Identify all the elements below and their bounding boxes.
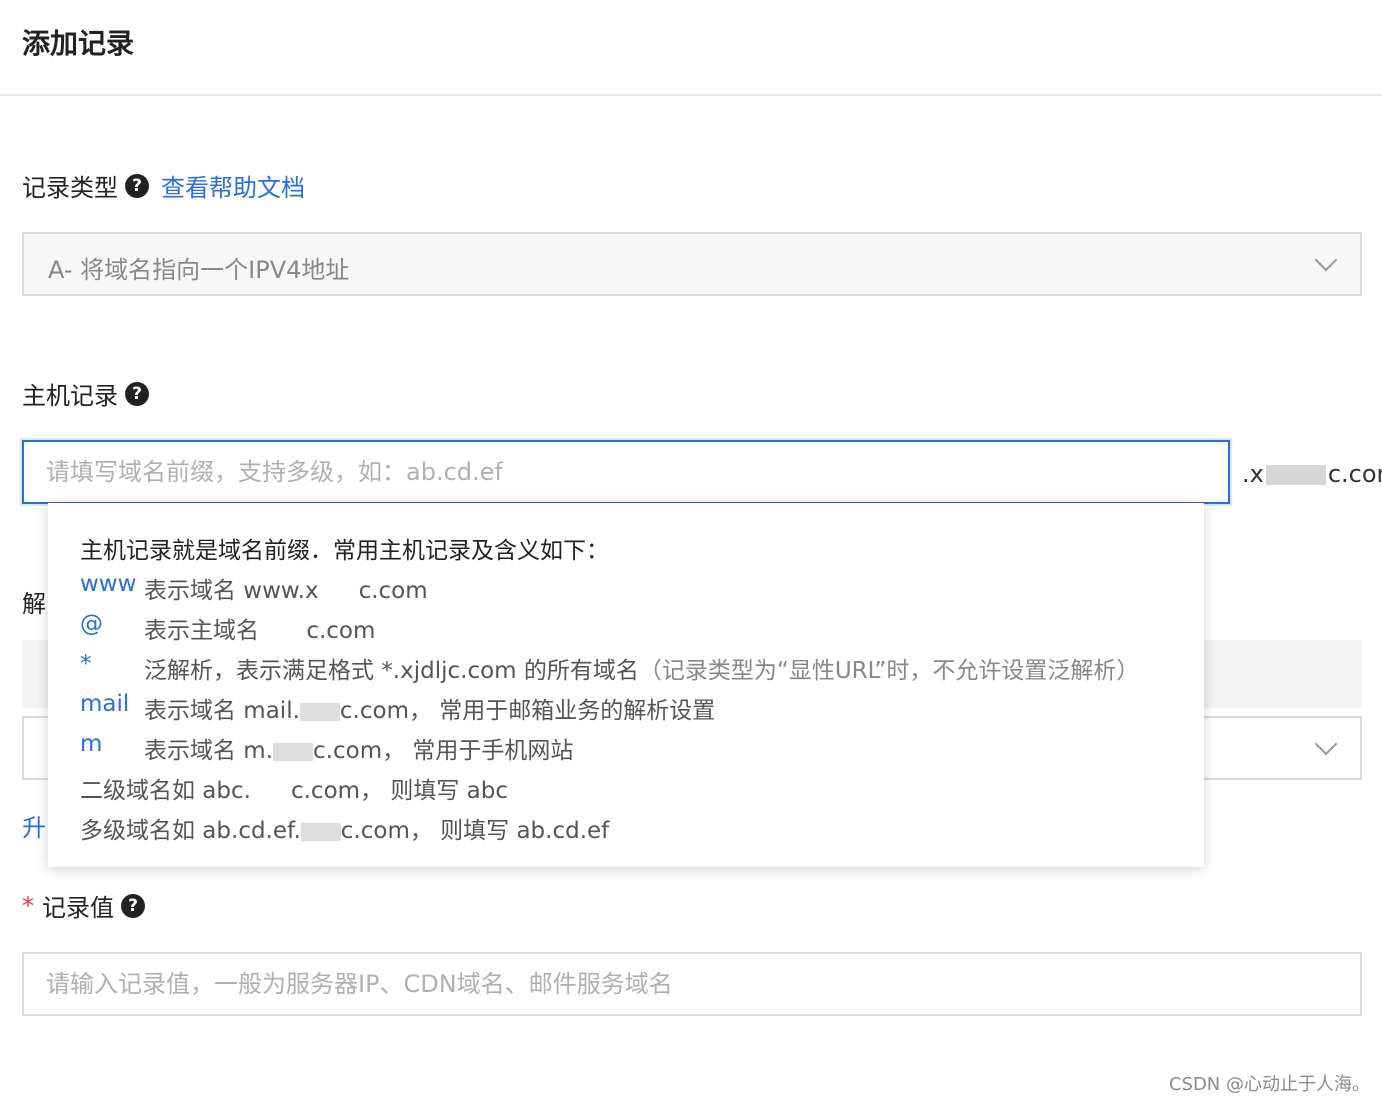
record-type-label: 记录类型 — [22, 174, 118, 202]
row-key: @ — [80, 611, 103, 637]
record-type-value: A- 将域名指向一个IPV4地址 — [48, 256, 350, 284]
row-desc: 表示域名 mail. c.com， 常用于邮箱业务的解析设置 — [144, 691, 715, 725]
tooltip-intro: 主机记录就是域名前缀．常用主机记录及含义如下： — [80, 538, 609, 564]
row-desc-a: 表示主域名 — [144, 618, 267, 644]
row-desc-a: 表示域名 www.x — [144, 578, 319, 604]
record-value-input[interactable] — [22, 952, 1362, 1016]
redacted-mask — [266, 622, 307, 641]
redacted-mask — [300, 822, 341, 841]
row-desc-b: c.com， 常用于手机网站 — [313, 738, 574, 764]
redacted-mask — [1265, 465, 1326, 485]
record-type-select[interactable]: A- 将域名指向一个IPV4地址 — [22, 232, 1362, 296]
row-desc-b: c.com — [306, 618, 376, 644]
row-key: m — [80, 731, 103, 757]
row-desc-b: c.com， 则填写 ab.cd.ef — [340, 818, 610, 844]
chevron-down-icon — [1314, 248, 1338, 272]
row-note: （记录类型为“显性URL”时，不允许设置泛解析） — [638, 658, 1140, 684]
tooltip-line-multi-level: 多级域名如 ab.cd.ef. c.com， 则填写 ab.cd.ef — [80, 811, 609, 845]
required-asterisk: * — [22, 891, 34, 920]
row-desc: 表示主域名 c.com — [144, 611, 375, 645]
help-icon[interactable]: ? — [125, 173, 149, 198]
record-value-label: 记录值 — [42, 894, 114, 922]
chevron-down-icon — [1314, 732, 1338, 756]
domain-suffix: .x c.com — [1242, 460, 1382, 488]
line-label: 解 — [22, 590, 46, 618]
help-icon[interactable]: ? — [125, 381, 149, 406]
redacted-mask — [318, 582, 359, 601]
help-doc-link[interactable]: 查看帮助文档 — [161, 168, 305, 203]
row-desc-a: 多级域名如 ab.cd.ef. — [80, 818, 301, 844]
row-desc: 表示域名 www.x c.com — [144, 571, 428, 605]
row-desc-a: 表示域名 mail. — [144, 698, 300, 724]
row-desc-a: 二级域名如 abc. — [80, 778, 251, 804]
row-desc: 泛解析，表示满足格式 *.xjdljc.com 的所有域名（记录类型为“显性UR… — [144, 651, 1139, 685]
row-desc: 表示域名 m. c.com， 常用于手机网站 — [144, 731, 573, 765]
watermark: CSDN @心动止于人海。 — [1168, 1074, 1370, 1095]
row-desc-a: 泛解析，表示满足格式 *.xjdljc.com 的所有域名 — [144, 658, 639, 684]
row-desc-b: c.com， 常用于邮箱业务的解析设置 — [339, 698, 716, 724]
host-help-tooltip: 主机记录就是域名前缀．常用主机记录及含义如下： www 表示域名 www.x c.… — [48, 503, 1204, 867]
host-label-row: 主机记录 ? — [22, 376, 149, 411]
domain-suffix-start: .x — [1242, 460, 1264, 488]
record-type-label-row: 记录类型 ? 查看帮助文档 — [22, 168, 305, 203]
row-key: www — [80, 571, 137, 597]
redacted-mask — [273, 742, 314, 761]
upgrade-link[interactable]: 升 — [22, 808, 46, 843]
host-label: 主机记录 — [22, 382, 118, 410]
redacted-mask — [299, 702, 340, 721]
row-desc-b: c.com， 则填写 abc — [290, 778, 509, 804]
row-key: mail — [80, 691, 130, 717]
record-value-label-row: * 记录值 ? — [22, 888, 145, 923]
host-input[interactable] — [22, 440, 1230, 504]
help-icon[interactable]: ? — [121, 893, 145, 918]
tooltip-line-second-level: 二级域名如 abc. c.com， 则填写 abc — [80, 771, 508, 805]
row-desc-b: c.com — [358, 578, 428, 604]
domain-suffix-end: c.com — [1327, 460, 1382, 488]
row-desc-a: 表示域名 m. — [144, 738, 274, 764]
page-title: 添加记录 — [22, 27, 135, 60]
redacted-mask — [250, 782, 291, 801]
row-key: * — [80, 651, 92, 677]
page-header: 添加记录 — [0, 0, 1382, 96]
